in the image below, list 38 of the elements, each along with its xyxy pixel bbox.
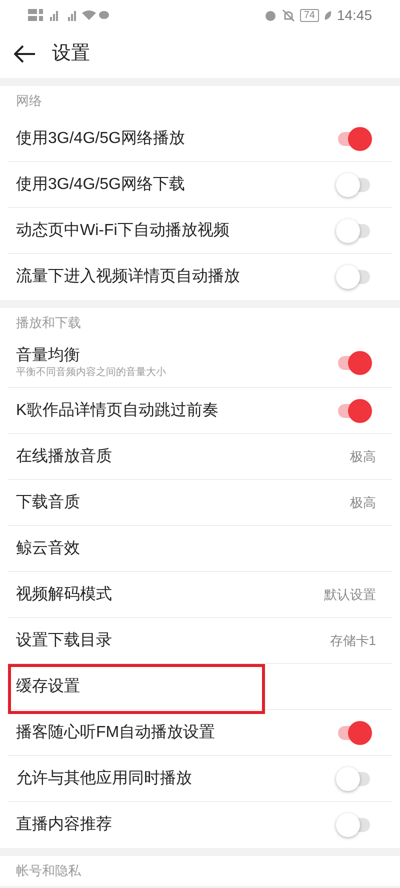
toggle-switch[interactable] bbox=[336, 350, 372, 374]
toggle-switch[interactable] bbox=[336, 218, 372, 242]
section-header: 帐号和隐私 bbox=[16, 862, 81, 880]
setting-value: 极高 bbox=[350, 494, 376, 512]
setting-label: 缓存设置 bbox=[16, 676, 80, 696]
setting-value: 存储卡1 bbox=[330, 632, 376, 650]
setting-label: 音量均衡 bbox=[16, 346, 81, 366]
setting-label: 播客随心听FM自动播放设置 bbox=[16, 722, 216, 742]
clock-time: 14:45 bbox=[336, 6, 372, 24]
setting-label: 鲸云音效 bbox=[16, 538, 80, 558]
leaf-icon bbox=[324, 10, 332, 20]
toggle-switch[interactable] bbox=[336, 813, 372, 837]
mute-icon bbox=[282, 8, 295, 22]
section-header: 播放和下载 bbox=[16, 314, 81, 332]
toggle-switch[interactable] bbox=[336, 720, 372, 744]
setting-label: 下载音质 bbox=[16, 492, 80, 512]
setting-description: 平衡不同音频内容之间的音量大小 bbox=[16, 366, 166, 379]
battery-indicator: 74 bbox=[300, 8, 319, 22]
setting-value: 默认设置 bbox=[324, 586, 376, 604]
section-header: 网络 bbox=[16, 92, 42, 110]
setting-label: 视频解码模式 bbox=[16, 584, 112, 604]
setting-label: 直播内容推荐 bbox=[16, 815, 112, 835]
toggle-switch[interactable] bbox=[336, 172, 372, 196]
setting-label: 流量下进入视频详情页自动播放 bbox=[16, 267, 240, 287]
setting-label: 使用3G/4G/5G网络播放 bbox=[16, 128, 185, 148]
setting-label: 允许与其他应用同时播放 bbox=[16, 768, 192, 788]
setting-value: 极高 bbox=[350, 448, 376, 466]
setting-label: 设置下载目录 bbox=[16, 630, 112, 650]
setting-label: 动态页中Wi-Fi下自动播放视频 bbox=[16, 220, 230, 240]
toggle-switch[interactable] bbox=[336, 398, 372, 422]
setting-label: K歌作品详情页自动跳过前奏 bbox=[16, 400, 219, 420]
setting-label: 在线播放音质 bbox=[16, 446, 112, 466]
setting-label: 使用3G/4G/5G网络下载 bbox=[16, 174, 185, 194]
toggle-switch[interactable] bbox=[336, 265, 372, 289]
toggle-switch[interactable] bbox=[336, 126, 372, 150]
back-arrow-icon[interactable] bbox=[14, 45, 36, 63]
page-title: 设置 bbox=[52, 42, 90, 66]
toggle-switch[interactable] bbox=[336, 766, 372, 790]
